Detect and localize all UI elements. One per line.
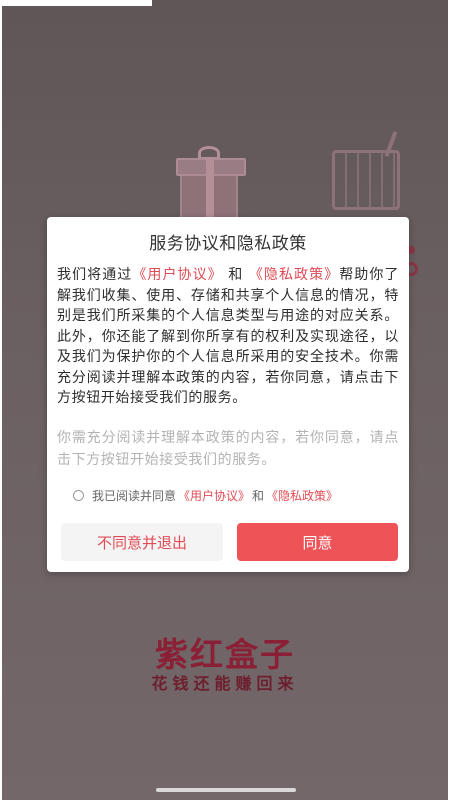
dialog-body: 我们将通过《用户协议》 和 《隐私政策》帮助你了解我们收集、使用、存储和共享个人… xyxy=(57,265,399,409)
agree-button[interactable]: 同意 xyxy=(237,523,398,561)
home-indicator[interactable] xyxy=(156,788,296,792)
brand-slogan: 花钱还能赚回来 xyxy=(151,674,299,693)
status-bar xyxy=(2,0,448,6)
consent-and: 和 xyxy=(252,488,265,503)
brand-name: 紫红盒子 xyxy=(155,635,295,674)
dialog-note: 你需充分阅读并理解本政策的内容，若你同意，请点击下方按钮开始接受我们的服务。 xyxy=(57,430,399,468)
body-text-intro: 我们将通过 xyxy=(57,267,133,283)
decline-exit-button[interactable]: 不同意并退出 xyxy=(61,523,223,561)
consent-user-agreement-link[interactable]: 《用户协议》 xyxy=(178,487,250,504)
body-text-and: 和 xyxy=(228,267,244,283)
shopping-cart-illustration xyxy=(332,150,400,210)
privacy-policy-link[interactable]: 《隐私政策》 xyxy=(249,267,339,283)
consent-privacy-policy-link[interactable]: 《隐私政策》 xyxy=(266,487,338,504)
body-text-main: 帮助你了解我们收集、使用、存储和共享个人信息的情况，特别是我们所采集的个人信息类… xyxy=(57,267,400,406)
consent-prefix: 我已阅读并同意 xyxy=(92,488,177,503)
consent-row[interactable]: 我已阅读并同意 《用户协议》 和 《隐私政策》 xyxy=(73,485,393,505)
gift-box-illustration xyxy=(176,158,246,220)
app-screen: 服务协议和隐私政策 我们将通过《用户协议》 和 《隐私政策》帮助你了解我们收集、… xyxy=(2,0,448,800)
consent-radio[interactable] xyxy=(73,489,84,501)
privacy-dialog: 服务协议和隐私政策 我们将通过《用户协议》 和 《隐私政策》帮助你了解我们收集、… xyxy=(47,217,409,572)
user-agreement-link[interactable]: 《用户协议》 xyxy=(132,267,222,283)
dialog-title: 服务协议和隐私政策 xyxy=(149,234,307,254)
